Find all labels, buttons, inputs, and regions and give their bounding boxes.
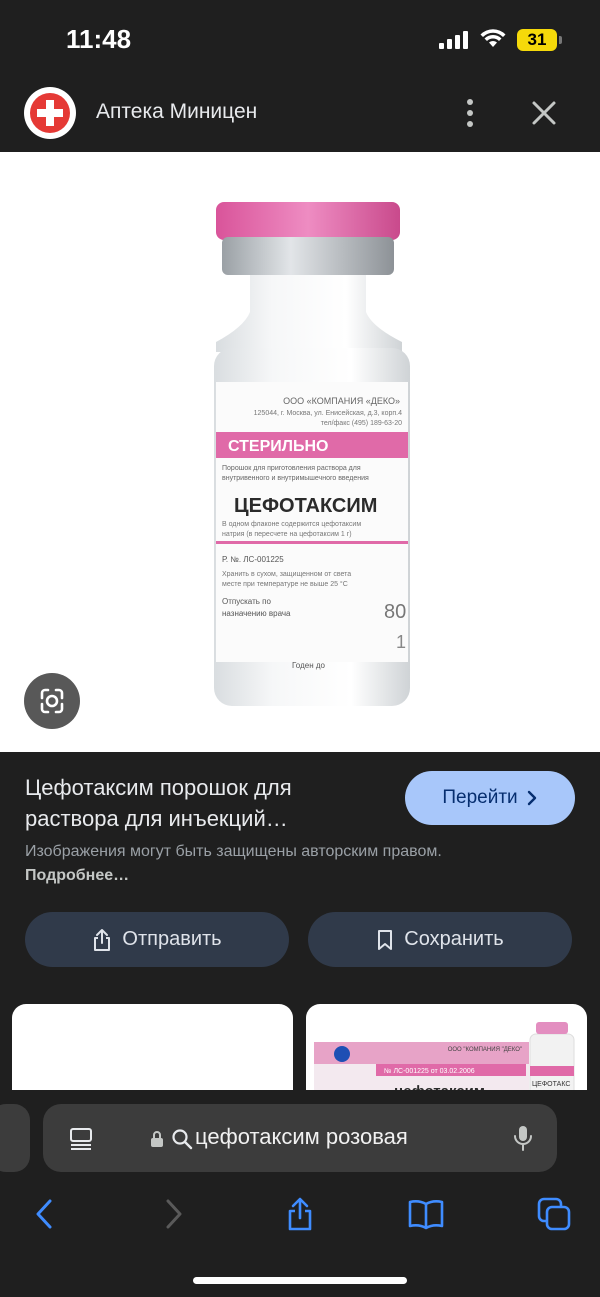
- chevron-left-icon: [36, 1199, 52, 1229]
- bookmarks-button[interactable]: [406, 1194, 446, 1234]
- cefotaxime-vial-image: ООО «КОМПАНИЯ «ДЕКО» 125044, г. Москва, …: [214, 202, 410, 706]
- vial-drug-name: ЦЕФОТАКСИМ: [234, 495, 377, 517]
- vial-sterile-label: СТЕРИЛЬНО: [228, 438, 329, 455]
- vial-dispense-line2: назначению врача: [222, 609, 291, 618]
- save-button[interactable]: Сохранить: [308, 912, 572, 967]
- vial-company-text: ООО «КОМПАНИЯ «ДЕКО»: [283, 396, 400, 406]
- google-lens-icon: [40, 688, 64, 714]
- share-button-label: Отправить: [122, 928, 222, 950]
- wifi-icon: [480, 29, 506, 47]
- address-query[interactable]: цефотаксим розовая: [195, 1124, 408, 1150]
- share-icon: [288, 1197, 312, 1231]
- vial-storage-line2: месте при температуре не выше 25 °С: [222, 580, 348, 588]
- viewer-header: Аптека Миницен: [0, 75, 600, 152]
- vial-composition-line1: В одном флаконе содержится цефотаксим: [222, 521, 361, 528]
- search-icon: [172, 1129, 193, 1150]
- vial-description-line1: Порошок для приготовления раствора для: [222, 465, 361, 472]
- vial-dispense-line1: Отпускать по: [222, 597, 271, 606]
- share-icon: [94, 928, 111, 951]
- chevron-right-icon: [527, 790, 536, 806]
- tabs-icon: [537, 1197, 571, 1231]
- vial-registration: Р. №. ЛС-001225: [222, 555, 284, 564]
- more-options-icon[interactable]: [460, 97, 480, 129]
- lock-icon: [151, 1131, 163, 1147]
- back-button[interactable]: [24, 1194, 64, 1234]
- previous-tab-peek[interactable]: [0, 1104, 30, 1172]
- vial-composition-line2: натрия (в пересчете на цефотаксим 1 г): [222, 531, 352, 538]
- vial-batch-text-2: 1: [396, 632, 406, 652]
- vial-expiry-label: Годен до: [292, 661, 325, 670]
- save-button-label: Сохранить: [404, 928, 504, 950]
- image-preview[interactable]: ООО «КОМПАНИЯ «ДЕКО» 125044, г. Москва, …: [0, 152, 600, 752]
- tabs-button[interactable]: [534, 1194, 574, 1234]
- page-menu-icon[interactable]: [68, 1125, 94, 1151]
- visit-button[interactable]: Перейти: [405, 771, 575, 825]
- home-indicator: [193, 1277, 407, 1284]
- site-favicon[interactable]: [24, 87, 76, 139]
- clock: 11:48: [66, 24, 132, 54]
- box-vial-name: ЦЕФОТАКС: [532, 1081, 570, 1088]
- copyright-notice: Изображения могут быть защищены авторски…: [25, 840, 465, 888]
- vial-phone-text: тел/факс (495) 189-63-20: [321, 420, 402, 427]
- learn-more-link[interactable]: Подробнее…: [25, 867, 129, 884]
- chevron-right-icon: [166, 1199, 182, 1229]
- share-button[interactable]: Отправить: [25, 912, 289, 967]
- vial-storage-line1: Хранить в сухом, защищенном от света: [222, 571, 351, 578]
- microphone-icon[interactable]: [513, 1124, 533, 1152]
- box-registration: № ЛС-001225 от 03.02.2006: [384, 1068, 475, 1075]
- box-company-text: ООО "КОМПАНИЯ "ДЕКО": [448, 1047, 522, 1053]
- browser-bottom-bar: цефотаксим розовая: [0, 1090, 600, 1297]
- close-icon[interactable]: [528, 97, 560, 129]
- battery-tip: [559, 36, 562, 44]
- status-bar: 11:48 31: [0, 0, 600, 75]
- cellular-signal-icon: [439, 31, 468, 49]
- google-lens-button[interactable]: [24, 673, 80, 729]
- vial-address-text: 125044, г. Москва, ул. Енисейская, д.3, …: [254, 409, 402, 417]
- visit-button-label: Перейти: [442, 787, 518, 808]
- vial-batch-text: 80: [384, 601, 406, 623]
- site-name[interactable]: Аптека Миницен: [96, 100, 257, 124]
- share-page-button[interactable]: [280, 1194, 320, 1234]
- red-cross-logo-icon: [30, 93, 70, 133]
- forward-button[interactable]: [154, 1194, 194, 1234]
- book-icon: [408, 1200, 444, 1230]
- result-title[interactable]: Цефотаксим порошок для раствора для инъе…: [25, 772, 385, 834]
- copyright-text: Изображения могут быть защищены авторски…: [25, 843, 442, 860]
- battery-icon: 31: [517, 29, 557, 51]
- bookmark-icon: [378, 929, 393, 950]
- address-bar[interactable]: цефотаксим розовая: [43, 1104, 557, 1172]
- vial-description-line2: внутривенного и внутримышечного введения: [222, 475, 369, 482]
